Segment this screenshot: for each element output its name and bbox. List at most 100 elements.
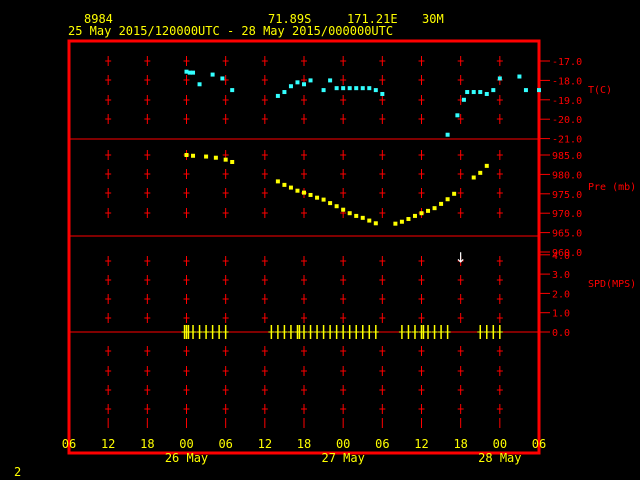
- y-tick-label: 2.0: [552, 289, 570, 300]
- pressure-point: [275, 179, 280, 184]
- temperature-point: [537, 88, 541, 93]
- pressure-point: [471, 175, 476, 180]
- pressure-point: [360, 215, 365, 220]
- temperature-point: [341, 86, 346, 91]
- y-tick-label: 0.0: [552, 328, 570, 339]
- pressure-point: [334, 204, 339, 209]
- temperature-point: [380, 91, 385, 96]
- y-tick-label: 975.0: [552, 190, 582, 201]
- pressure-point: [373, 221, 378, 226]
- pressure-point: [393, 221, 398, 226]
- wind-direction-arrow: ↓: [455, 251, 467, 267]
- pressure-point: [315, 195, 320, 200]
- temperature-point: [360, 86, 365, 91]
- x-tick-label: 00: [493, 437, 507, 451]
- pressure-point: [354, 213, 359, 218]
- temperature-point: [328, 78, 333, 83]
- pressure-point: [432, 206, 437, 211]
- temperature-point: [517, 74, 522, 79]
- pressure-point: [282, 182, 287, 187]
- y-tick-label: 3.0: [552, 270, 570, 281]
- date-label: 27 May: [321, 451, 364, 465]
- temperature-point: [465, 90, 470, 95]
- x-tick-label: 12: [258, 437, 272, 451]
- grid-crosses: [105, 56, 503, 428]
- x-tick-label: 00: [179, 437, 193, 451]
- temperature-point: [230, 88, 235, 93]
- y-axis-label: SPD(MPS): [588, 279, 636, 290]
- pressure-point: [399, 219, 404, 224]
- date-label: 26 May: [165, 451, 208, 465]
- pressure-point: [426, 208, 431, 213]
- temperature-point: [308, 78, 313, 83]
- pressure-point: [484, 163, 489, 168]
- temperature-point: [497, 76, 502, 81]
- elevation: 30M: [422, 12, 444, 26]
- meteogram-chart: 06 12 18 00 06 12 18 00 06 12 18 00 06 26 May 27 May 28…: [62, 39, 636, 465]
- pressure-point: [321, 197, 326, 202]
- temperature-point: [275, 93, 280, 98]
- page-number: 2: [14, 465, 22, 479]
- pressure-point: [452, 191, 457, 196]
- y-tick-label: -19.0: [552, 96, 582, 107]
- pressure-point: [191, 153, 196, 158]
- pressure-point: [419, 211, 424, 216]
- pressure-point: [328, 201, 333, 206]
- pressure-point: [347, 211, 352, 216]
- temperature-point: [373, 88, 378, 93]
- temperature-point: [347, 86, 352, 91]
- temperature-point: [334, 86, 339, 91]
- temperature-point: [321, 88, 326, 93]
- y-tick-label: 965.0: [552, 229, 582, 240]
- x-tick-label: 06: [218, 437, 232, 451]
- temperature-point: [478, 90, 483, 95]
- x-tick-label: 18: [297, 437, 311, 451]
- temperature-point: [282, 90, 287, 95]
- time-range: 25 May 2015/120000UTC - 28 May 2015/0000…: [68, 24, 394, 38]
- pressure-point: [302, 190, 306, 195]
- temperature-point: [445, 132, 450, 137]
- x-tick-label: 06: [62, 437, 76, 451]
- x-tick-label: 12: [414, 437, 428, 451]
- temperature-point: [491, 88, 496, 93]
- y-tick-label: 970.0: [552, 209, 582, 220]
- temperature-point: [523, 88, 528, 93]
- pressure-point: [445, 197, 450, 202]
- data-series: ↓: [181, 69, 541, 339]
- y-tick-label: -17.0: [552, 57, 582, 68]
- y-tick-label: -18.0: [552, 76, 582, 87]
- temperature-point: [288, 84, 293, 89]
- y-axis-label: Pre (mb): [588, 182, 636, 193]
- pressure-point: [223, 157, 228, 162]
- temperature-point: [220, 76, 225, 81]
- temperature-point: [210, 72, 215, 77]
- y-tick-label: -20.0: [552, 115, 582, 126]
- pressure-point: [341, 207, 346, 212]
- pressure-point: [439, 201, 444, 206]
- x-tick-label: 06: [532, 437, 546, 451]
- pressure-point: [230, 159, 235, 164]
- x-tick-label: 00: [336, 437, 350, 451]
- temperature-point: [461, 97, 466, 102]
- pressure-point: [308, 192, 313, 197]
- y-tick-label: 1.0: [552, 309, 570, 320]
- pressure-point: [204, 154, 209, 159]
- pressure-point: [295, 188, 300, 193]
- pressure-point: [184, 153, 189, 157]
- x-tick-label: 12: [101, 437, 115, 451]
- date-label: 28 May: [478, 451, 521, 465]
- temperature-point: [354, 86, 359, 91]
- y-axis-label: T(C): [588, 85, 612, 96]
- temperature-point: [367, 86, 372, 91]
- x-tick-label: 18: [140, 437, 154, 451]
- x-tick-label: 18: [453, 437, 467, 451]
- temperature-point: [191, 70, 196, 75]
- pressure-point: [213, 155, 218, 160]
- pressure-point: [406, 217, 411, 222]
- y-tick-label: -21.0: [552, 135, 582, 146]
- temperature-point: [471, 90, 476, 95]
- temperature-point: [455, 113, 460, 118]
- y-tick-label: 980.0: [552, 170, 582, 181]
- y-tick-label: 985.0: [552, 151, 582, 162]
- temperature-point: [484, 91, 489, 96]
